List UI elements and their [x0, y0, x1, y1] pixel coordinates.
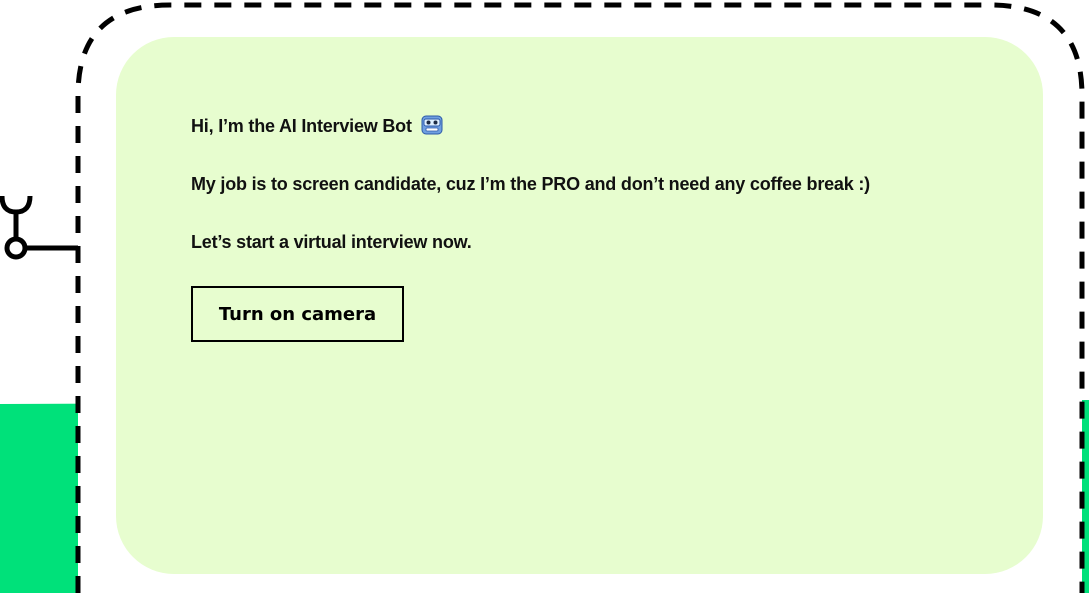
greeting-text: Hi, I’m the AI Interview Bot: [191, 116, 412, 136]
call-to-action-message: Let’s start a virtual interview now.: [191, 232, 472, 252]
greeting-message: Hi, I’m the AI Interview Bot: [191, 115, 443, 137]
job-description-message: My job is to screen candidate, cuz I’m t…: [191, 174, 870, 194]
connector-node-icon: [0, 195, 78, 260]
chat-card: Hi, I’m the AI Interview Bot My job is t…: [116, 37, 1043, 574]
turn-on-camera-button[interactable]: Turn on camera: [191, 286, 404, 342]
robot-face-icon: [421, 115, 443, 135]
